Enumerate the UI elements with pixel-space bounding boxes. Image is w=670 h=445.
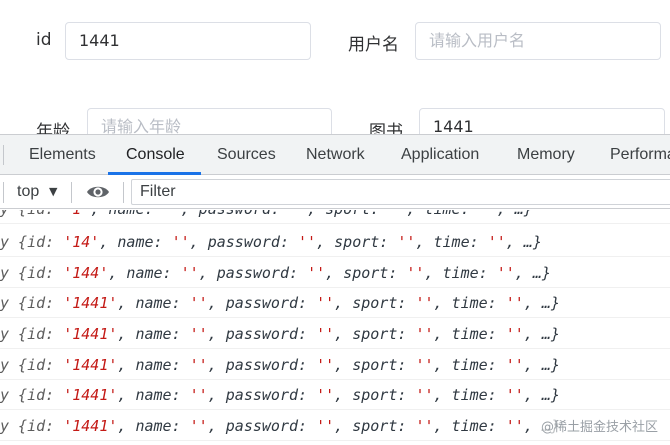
tab-network[interactable]: Network [306,135,365,175]
log-line[interactable]: y {id: '14', name: '', password: '', spo… [0,227,670,257]
toolbar-separator [71,182,72,203]
console-output: y {id: '1', name: '', password: '', spor… [0,210,670,445]
id-input[interactable]: 1441 [65,22,311,60]
toolbar-separator [3,182,4,203]
log-id: '1' [63,210,90,218]
user-form: id 1441 用户名 请输入用户名 年龄 请输入年龄 图书 1441 [0,0,670,146]
log-id: '1441' [63,294,118,312]
log-line[interactable]: y {id: '1441', name: '', password: '', s… [0,380,670,410]
context-selector[interactable]: top [17,175,39,209]
console-toolbar: top ▼ Filter [0,175,670,209]
tab-elements[interactable]: Elements [29,135,96,175]
log-id: '144' [63,264,109,282]
tab-sources[interactable]: Sources [217,135,276,175]
log-line[interactable]: y {id: '144', name: '', password: '', sp… [0,258,670,288]
log-id: '1441' [63,386,118,404]
eye-icon[interactable] [86,183,110,201]
log-line[interactable]: y {id: '1441', name: '', password: '', s… [0,288,670,318]
toolbar-separator [123,182,124,203]
username-label: 用户名 [348,35,399,55]
tab-separator [3,145,4,165]
tab-console[interactable]: Console [126,135,185,175]
watermark: @稀土掘金技术社区 [540,416,658,435]
log-id: '1441' [63,417,118,435]
filter-input[interactable]: Filter [131,179,670,205]
log-line[interactable]: y {id: '1441', name: '', password: '', s… [0,350,670,380]
log-id: '1441' [63,356,118,374]
tab-application[interactable]: Application [401,135,479,175]
dropdown-arrow-icon[interactable]: ▼ [49,175,57,209]
log-line[interactable]: y {id: '1441', name: '', password: '', s… [0,319,670,349]
id-label: id [36,30,52,50]
tab-memory[interactable]: Memory [517,135,575,175]
tab-performance[interactable]: Performa [610,135,670,175]
log-line[interactable]: y {id: '1', name: '', password: '', spor… [0,210,670,224]
log-id: '1441' [63,325,118,343]
username-input[interactable]: 请输入用户名 [415,22,661,60]
log-id: '14' [63,233,100,251]
devtools-panel: Elements Console Sources Network Applica… [0,134,670,445]
devtools-tabbar: Elements Console Sources Network Applica… [0,135,670,175]
